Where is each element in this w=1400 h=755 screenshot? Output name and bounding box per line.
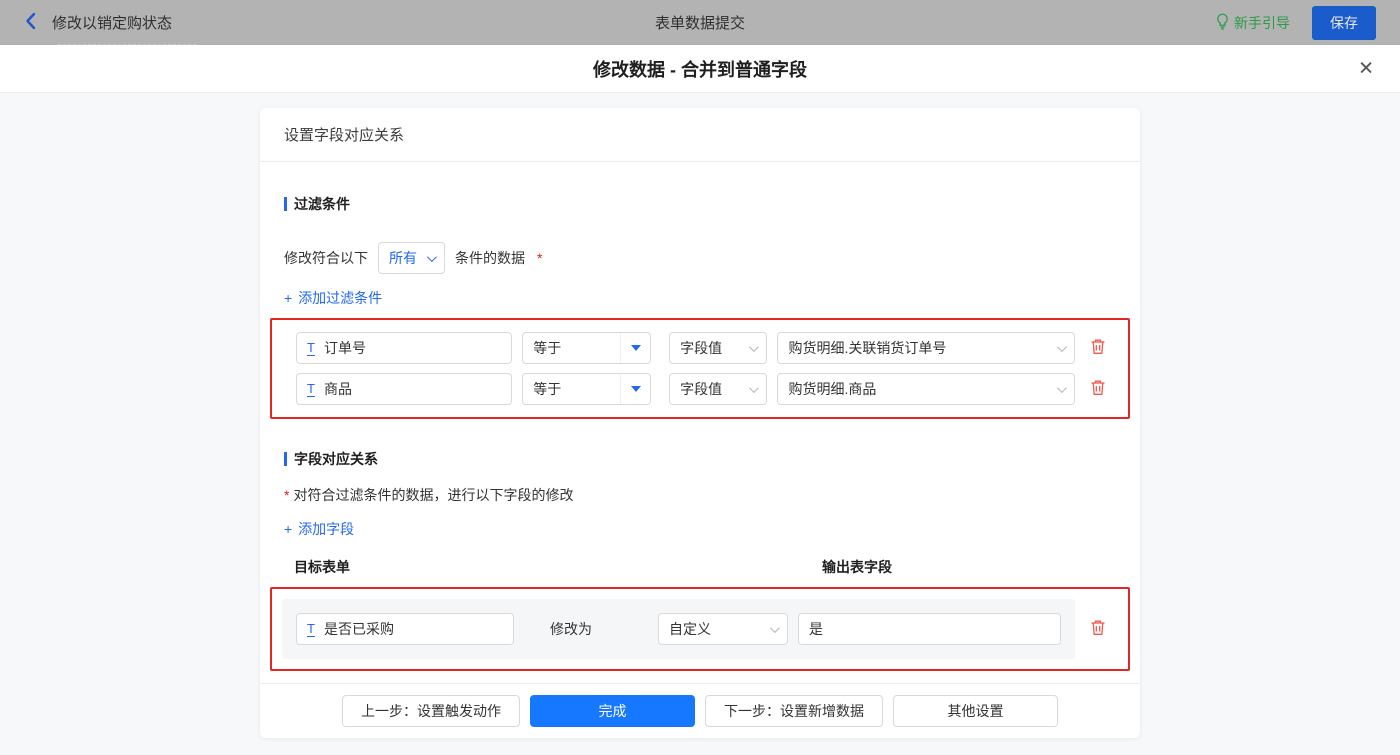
custom-value-input[interactable] [798, 613, 1061, 645]
mapping-section-title: 字段对应关系 [284, 449, 1116, 469]
add-field-label: 添加字段 [298, 521, 355, 537]
back-button[interactable] [24, 12, 38, 33]
dialog-title: 修改数据 - 合并到普通字段 [593, 59, 807, 80]
mapping-row: T 是否已采购 修改为 自定义 [282, 599, 1075, 659]
text-field-icon: T [307, 380, 315, 397]
operator-value: 等于 [533, 381, 562, 397]
operator-select[interactable]: 等于 [522, 373, 652, 405]
mapping-column-headers: 目标表单 输出表字段 [284, 557, 1116, 588]
triangle-down-icon [630, 345, 641, 351]
chevron-down-icon [1056, 382, 1067, 393]
match-mode-value: 所有 [389, 250, 417, 266]
value-source-select[interactable]: 自定义 [658, 613, 788, 645]
section-marker [284, 197, 287, 211]
delete-row-button[interactable] [1090, 619, 1106, 639]
target-field-select[interactable]: T 是否已采购 [296, 613, 514, 645]
filter-section-label: 过滤条件 [294, 196, 350, 212]
chevron-down-icon [426, 251, 437, 262]
operator-value: 等于 [533, 340, 562, 356]
beginner-guide-link[interactable]: 新手引导 [1216, 13, 1290, 33]
settings-card: 设置字段对应关系 过滤条件 修改符合以下 所有 条件的数据 * + 添加过滤条件 [260, 108, 1140, 738]
output-field-column-header: 输出表字段 [822, 559, 892, 575]
filter-field-label: 商品 [323, 381, 352, 397]
modify-to-label: 修改为 [550, 621, 592, 637]
trash-icon [1090, 338, 1106, 358]
mapping-section-label: 字段对应关系 [294, 451, 378, 467]
operator-select[interactable]: 等于 [522, 332, 652, 364]
done-button[interactable]: 完成 [530, 695, 695, 727]
value-type-value: 字段值 [680, 381, 723, 397]
text-field-icon: T [307, 339, 315, 356]
trash-icon [1090, 619, 1106, 639]
page-title: 表单数据提交 [654, 15, 745, 32]
dialog-header: 修改数据 - 合并到普通字段 ✕ [0, 45, 1400, 93]
match-condition-row: 修改符合以下 所有 条件的数据 * [284, 242, 1116, 274]
chevron-down-icon [769, 622, 780, 633]
value-type-value: 字段值 [680, 340, 723, 356]
delete-row-button[interactable] [1090, 379, 1106, 399]
section-marker [284, 452, 287, 466]
filter-section-title: 过滤条件 [284, 194, 1116, 214]
filter-rows-highlight: T 订单号 等于 字段值 购货明细.关联销货订单号 T 商品 等于 字段值 购货… [270, 318, 1130, 419]
save-button[interactable]: 保存 [1312, 5, 1376, 40]
filter-field-select[interactable]: T 商品 [296, 373, 513, 405]
triangle-down-icon [630, 386, 641, 392]
match-prefix-label: 修改符合以下 [284, 250, 368, 266]
guide-label: 新手引导 [1234, 14, 1290, 31]
value-source-value: 自定义 [669, 621, 711, 637]
match-suffix-label: 条件的数据 [455, 250, 525, 266]
mapping-description: * 对符合过滤条件的数据，进行以下字段的修改 [284, 485, 1116, 505]
filter-row: T 订单号 等于 字段值 购货明细.关联销货订单号 [296, 332, 1106, 364]
filter-field-label: 订单号 [323, 340, 366, 356]
prev-step-button[interactable]: 上一步：设置触发动作 [342, 695, 520, 727]
required-asterisk: * [284, 487, 290, 503]
mapping-row-highlight: T 是否已采购 修改为 自定义 [270, 587, 1130, 671]
add-filter-condition-link[interactable]: + 添加过滤条件 [284, 288, 382, 308]
other-settings-button[interactable]: 其他设置 [893, 695, 1058, 727]
text-field-icon: T [307, 620, 315, 637]
close-icon[interactable]: ✕ [1358, 59, 1374, 78]
workflow-title[interactable]: 修改以销定购状态 [52, 12, 172, 33]
value-type-select[interactable]: 字段值 [669, 373, 768, 405]
trash-icon [1090, 379, 1106, 399]
add-filter-label: 添加过滤条件 [298, 290, 383, 306]
compare-value: 购货明细.关联销货订单号 [788, 340, 947, 356]
operator-caret [620, 374, 650, 404]
filter-field-select[interactable]: T 订单号 [296, 332, 513, 364]
chevron-down-icon [749, 382, 760, 393]
topbar: 修改以销定购状态 表单数据提交 新手引导 保存 [0, 0, 1400, 45]
delete-row-button[interactable] [1090, 338, 1106, 358]
card-title: 设置字段对应关系 [260, 108, 1140, 162]
compare-value-select[interactable]: 购货明细.商品 [777, 373, 1075, 405]
next-step-button[interactable]: 下一步：设置新增数据 [705, 695, 883, 727]
chevron-left-icon [24, 12, 38, 33]
target-field-label: 是否已采购 [323, 621, 394, 637]
mapping-description-text: 对符合过滤条件的数据，进行以下字段的修改 [293, 487, 574, 503]
dialog-footer: 上一步：设置触发动作 完成 下一步：设置新增数据 其他设置 [260, 683, 1140, 738]
operator-caret [620, 333, 650, 363]
required-asterisk: * [537, 250, 543, 266]
target-form-column-header: 目标表单 [294, 559, 350, 575]
filter-row: T 商品 等于 字段值 购货明细.商品 [296, 373, 1106, 405]
match-mode-select[interactable]: 所有 [378, 242, 445, 274]
plus-icon: + [284, 290, 293, 306]
chevron-down-icon [749, 341, 760, 352]
lightbulb-icon [1216, 13, 1229, 33]
chevron-down-icon [1056, 341, 1067, 352]
value-type-select[interactable]: 字段值 [669, 332, 768, 364]
plus-icon: + [284, 521, 293, 537]
dialog-body: 设置字段对应关系 过滤条件 修改符合以下 所有 条件的数据 * + 添加过滤条件 [0, 93, 1400, 755]
add-field-link[interactable]: + 添加字段 [284, 519, 354, 539]
compare-value: 购货明细.商品 [788, 381, 877, 397]
compare-value-select[interactable]: 购货明细.关联销货订单号 [777, 332, 1075, 364]
